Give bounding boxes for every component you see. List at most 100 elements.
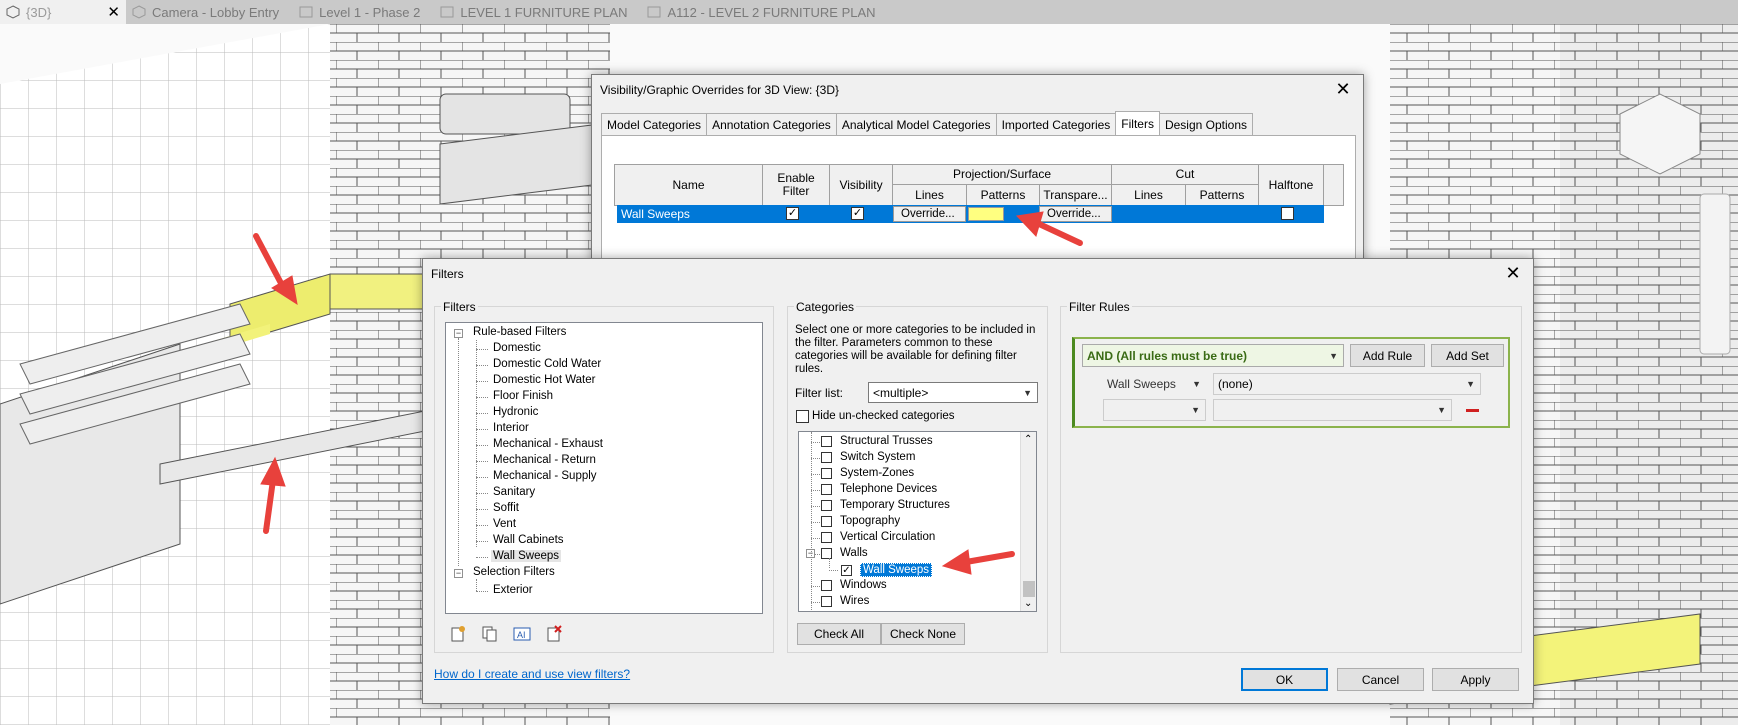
filter-tree[interactable]: − Rule-based Filters Domestic Domestic Co… [445,322,763,614]
rule-parameter-combo-empty[interactable]: ▼ [1103,399,1206,421]
tree-item[interactable]: Hydronic [493,406,538,418]
view-tab-camera[interactable]: Camera - Lobby Entry [126,0,293,24]
rule-parameter-combo[interactable]: Wall Sweeps ▼ [1103,373,1206,395]
tree-node-rule-based[interactable]: Rule-based Filters [473,326,566,338]
sheet-icon [647,6,661,18]
list-item[interactable]: Switch System [821,451,915,463]
list-item[interactable]: System-Zones [821,467,914,479]
categories-group-label: Categories [794,300,857,314]
tree-item[interactable]: Interior [493,422,529,434]
close-icon[interactable]: ✕ [1501,263,1525,283]
rule-value-combo-empty[interactable]: ▼ [1213,399,1452,421]
category-checkbox[interactable] [821,451,832,463]
tree-item[interactable]: Floor Finish [493,390,553,402]
category-checkbox[interactable] [821,515,832,527]
list-item[interactable]: Topography [821,515,900,527]
add-rule-button[interactable]: Add Rule [1350,344,1425,367]
row-filter-name: Wall Sweeps [621,207,690,221]
list-item[interactable]: Structural Trusses [821,435,933,447]
list-item[interactable]: Telephone Devices [821,483,937,495]
tree-item[interactable]: Sanitary [493,486,535,498]
category-checkbox[interactable]: ✓ [841,564,852,576]
enable-filter-checkbox[interactable]: ✓ [786,207,799,220]
tree-item[interactable]: Domestic Cold Water [493,358,601,370]
category-checkbox[interactable] [821,595,832,607]
duplicate-filter-icon[interactable] [481,625,499,643]
collapse-icon[interactable]: − [454,569,463,578]
category-checkbox[interactable] [821,467,832,479]
table-row[interactable]: Wall Sweeps ✓ ✓ Override... Override... [617,205,1324,223]
rule-value-value: (none) [1218,377,1253,391]
close-tab-icon[interactable]: ✕ [107,3,120,21]
category-checkbox[interactable] [821,579,832,591]
tab-annotation-categories[interactable]: Annotation Categories [706,113,837,135]
visibility-checkbox[interactable]: ✓ [851,207,864,220]
tree-item[interactable]: Wall Cabinets [493,534,564,546]
add-set-button[interactable]: Add Set [1431,344,1504,367]
ok-button[interactable]: OK [1241,668,1328,691]
check-all-button[interactable]: Check All [797,623,881,645]
view-tab-level1-phase2[interactable]: Level 1 - Phase 2 [293,0,434,24]
tree-item[interactable]: Wall Sweeps [491,550,562,562]
help-link[interactable]: How do I create and use view filters? [434,667,630,681]
scroll-thumb[interactable] [1023,581,1035,597]
categories-list[interactable]: Structural Trusses Switch System System-Zo… [798,431,1037,612]
dialog-title: Filters [431,267,464,281]
collapse-icon[interactable]: − [454,329,463,338]
category-checkbox[interactable] [821,435,832,447]
close-icon[interactable]: ✕ [1331,79,1355,99]
tab-model-categories[interactable]: Model Categories [601,113,708,135]
rule-logic-combo[interactable]: AND (All rules must be true) ▼ [1082,344,1344,367]
filters-group-label: Filters [441,300,478,314]
view-tab-level1-furniture[interactable]: LEVEL 1 FURNITURE PLAN [434,0,641,24]
tree-node-selection-filters[interactable]: Selection Filters [473,566,555,578]
delete-filter-icon[interactable] [545,625,563,643]
view-tab-3d[interactable]: {3D} ✕ [0,0,126,24]
category-checkbox[interactable] [821,531,832,543]
categories-scrollbar[interactable]: ⌃ ⌄ [1020,432,1036,611]
list-item[interactable]: Windows [821,579,887,591]
list-item[interactable]: ✓ Wall Sweeps [841,563,933,577]
proj-transparency-override-button[interactable]: Override... [1039,206,1112,222]
category-label: Switch System [840,451,916,463]
tree-item[interactable]: Domestic [493,342,541,354]
tree-item[interactable]: Domestic Hot Water [493,374,595,386]
tree-item[interactable]: Soffit [493,502,519,514]
rule-value-combo[interactable]: (none) ▼ [1213,373,1481,395]
proj-lines-override-button[interactable]: Override... [893,206,966,222]
halftone-checkbox[interactable] [1281,207,1294,220]
list-item[interactable]: Walls [821,547,868,559]
list-item[interactable]: Wires [821,595,869,607]
list-item[interactable]: Vertical Circulation [821,531,935,543]
category-checkbox[interactable] [821,547,832,559]
hide-unchecked-checkbox[interactable] [796,410,809,423]
tree-item[interactable]: Mechanical - Return [493,454,596,466]
proj-pattern-swatch[interactable] [968,207,1004,221]
rule-logic-value: AND (All rules must be true) [1087,348,1248,363]
plan-view-icon [299,6,313,18]
new-filter-icon[interactable] [449,625,467,643]
col-cut-lines: Lines [1111,184,1186,206]
tree-item[interactable]: Mechanical - Supply [493,470,597,482]
check-none-button[interactable]: Check None [881,623,965,645]
chevron-down-icon: ▼ [1329,350,1338,361]
dialog-title-bar: Filters ✕ [423,259,1533,289]
tab-design-options[interactable]: Design Options [1158,113,1254,135]
filter-list-combo[interactable]: <multiple> ▼ [868,382,1038,403]
scroll-up-icon[interactable]: ⌃ [1024,434,1032,445]
apply-button[interactable]: Apply [1432,668,1519,691]
cancel-button[interactable]: Cancel [1337,668,1424,691]
category-checkbox[interactable] [821,499,832,511]
tab-analytical-model-categories[interactable]: Analytical Model Categories [835,113,997,135]
tab-imported-categories[interactable]: Imported Categories [995,113,1117,135]
tree-item[interactable]: Exterior [493,584,533,596]
tree-item[interactable]: Mechanical - Exhaust [493,438,603,450]
tree-item[interactable]: Vent [493,518,516,530]
rename-filter-icon[interactable]: AI [513,625,531,643]
view-tab-a112[interactable]: A112 - LEVEL 2 FURNITURE PLAN [641,0,889,24]
scroll-down-icon[interactable]: ⌄ [1024,598,1032,609]
remove-rule-icon[interactable] [1466,409,1479,412]
list-item[interactable]: Temporary Structures [821,499,950,511]
category-checkbox[interactable] [821,483,832,495]
tab-filters[interactable]: Filters [1115,111,1160,135]
